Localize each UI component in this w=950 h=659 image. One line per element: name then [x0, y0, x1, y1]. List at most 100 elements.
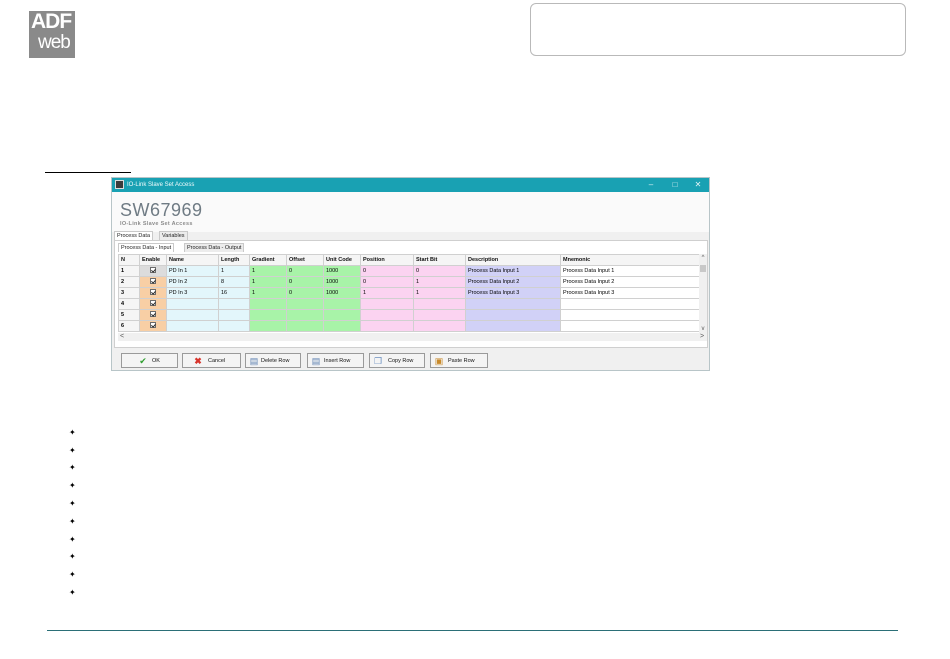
- enable-cell[interactable]: [139, 276, 167, 288]
- enable-cell[interactable]: [139, 287, 167, 299]
- length-cell[interactable]: [218, 309, 250, 321]
- maximize-button[interactable]: □: [669, 179, 681, 191]
- horizontal-scrollbar[interactable]: < >: [118, 333, 707, 341]
- enable-cell[interactable]: [139, 265, 167, 277]
- description-cell[interactable]: [465, 309, 561, 321]
- start-bit-cell[interactable]: [413, 320, 466, 332]
- column-header[interactable]: N: [118, 254, 140, 266]
- column-header[interactable]: Start Bit: [413, 254, 466, 266]
- table-row[interactable]: 6: [118, 320, 701, 332]
- column-header[interactable]: Mnemonic: [560, 254, 701, 266]
- position-cell[interactable]: 0: [360, 265, 414, 277]
- unit-code-cell[interactable]: 1000: [323, 265, 361, 277]
- table-row[interactable]: 1 PD In 1 1 1 0 1000 0 0 Process Data In…: [118, 265, 701, 277]
- table-row[interactable]: 3 PD In 3 16 1 0 1000 1 1 Process Data I…: [118, 287, 701, 299]
- tab-process-data-input[interactable]: Process Data - Input: [118, 243, 175, 252]
- name-cell[interactable]: [166, 309, 219, 321]
- enable-checkbox[interactable]: [150, 311, 156, 317]
- offset-cell[interactable]: [286, 298, 324, 310]
- length-cell[interactable]: [218, 298, 250, 310]
- description-cell[interactable]: [465, 320, 561, 332]
- length-cell[interactable]: 1: [218, 265, 250, 277]
- ok-button[interactable]: ✔ OK: [121, 353, 178, 368]
- unit-code-cell[interactable]: [323, 320, 361, 332]
- description-cell[interactable]: [465, 298, 561, 310]
- enable-checkbox[interactable]: [150, 300, 156, 306]
- enable-checkbox[interactable]: [150, 322, 156, 328]
- mnemonic-cell[interactable]: [560, 320, 701, 332]
- column-header[interactable]: Unit Code: [323, 254, 361, 266]
- column-header[interactable]: Position: [360, 254, 414, 266]
- mnemonic-cell[interactable]: Process Data Input 1: [560, 265, 701, 277]
- gradient-cell[interactable]: [249, 298, 287, 310]
- offset-cell[interactable]: [286, 320, 324, 332]
- enable-checkbox[interactable]: [150, 278, 156, 284]
- description-cell[interactable]: Process Data Input 1: [465, 265, 561, 277]
- vertical-scrollbar[interactable]: ^ v: [699, 254, 707, 333]
- description-cell[interactable]: Process Data Input 3: [465, 287, 561, 299]
- offset-cell[interactable]: [286, 309, 324, 321]
- name-cell[interactable]: PD In 1: [166, 265, 219, 277]
- table-row[interactable]: 2 PD In 2 8 1 0 1000 0 1 Process Data In…: [118, 276, 701, 288]
- mnemonic-cell[interactable]: Process Data Input 3: [560, 287, 701, 299]
- offset-cell[interactable]: 0: [286, 276, 324, 288]
- delete-row-button[interactable]: ▤ Delete Row: [245, 353, 301, 368]
- gradient-cell[interactable]: [249, 320, 287, 332]
- enable-cell[interactable]: [139, 309, 167, 321]
- column-header[interactable]: Length: [218, 254, 250, 266]
- offset-cell[interactable]: 0: [286, 265, 324, 277]
- unit-code-cell[interactable]: [323, 298, 361, 310]
- unit-code-cell[interactable]: [323, 309, 361, 321]
- position-cell[interactable]: [360, 320, 414, 332]
- close-button[interactable]: ✕: [692, 179, 704, 191]
- cancel-button[interactable]: ✖ Cancel: [182, 353, 241, 368]
- scroll-right-arrow[interactable]: >: [698, 333, 706, 341]
- position-cell[interactable]: 0: [360, 276, 414, 288]
- column-header[interactable]: Enable: [139, 254, 167, 266]
- scroll-down-arrow[interactable]: v: [699, 325, 707, 333]
- name-cell[interactable]: [166, 320, 219, 332]
- length-cell[interactable]: 16: [218, 287, 250, 299]
- start-bit-cell[interactable]: 1: [413, 276, 466, 288]
- start-bit-cell[interactable]: [413, 298, 466, 310]
- enable-checkbox[interactable]: [150, 289, 156, 295]
- column-header[interactable]: Description: [465, 254, 561, 266]
- table-row[interactable]: 5: [118, 309, 701, 321]
- tab-process-data[interactable]: Process Data: [114, 231, 154, 240]
- enable-checkbox[interactable]: [150, 267, 156, 273]
- start-bit-cell[interactable]: [413, 309, 466, 321]
- table-row[interactable]: 4: [118, 298, 701, 310]
- gradient-cell[interactable]: 1: [249, 287, 287, 299]
- enable-cell[interactable]: [139, 320, 167, 332]
- column-header[interactable]: Gradient: [249, 254, 287, 266]
- gradient-cell[interactable]: 1: [249, 265, 287, 277]
- offset-cell[interactable]: 0: [286, 287, 324, 299]
- gradient-cell[interactable]: 1: [249, 276, 287, 288]
- tab-variables[interactable]: Variables: [159, 231, 188, 240]
- enable-cell[interactable]: [139, 298, 167, 310]
- mnemonic-cell[interactable]: [560, 309, 701, 321]
- length-cell[interactable]: 8: [218, 276, 250, 288]
- gradient-cell[interactable]: [249, 309, 287, 321]
- column-header[interactable]: Name: [166, 254, 219, 266]
- length-cell[interactable]: [218, 320, 250, 332]
- description-cell[interactable]: Process Data Input 2: [465, 276, 561, 288]
- unit-code-cell[interactable]: 1000: [323, 287, 361, 299]
- copy-row-button[interactable]: ❐ Copy Row: [369, 353, 425, 368]
- minimize-button[interactable]: –: [645, 179, 657, 191]
- start-bit-cell[interactable]: 0: [413, 265, 466, 277]
- start-bit-cell[interactable]: 1: [413, 287, 466, 299]
- scroll-up-arrow[interactable]: ^: [699, 254, 707, 262]
- paste-row-button[interactable]: ▣ Paste Row: [430, 353, 488, 368]
- column-header[interactable]: Offset: [286, 254, 324, 266]
- scroll-left-arrow[interactable]: <: [118, 333, 126, 341]
- name-cell[interactable]: [166, 298, 219, 310]
- position-cell[interactable]: 1: [360, 287, 414, 299]
- position-cell[interactable]: [360, 298, 414, 310]
- position-cell[interactable]: [360, 309, 414, 321]
- insert-row-button[interactable]: ▤ Insert Row: [307, 353, 364, 368]
- name-cell[interactable]: PD In 3: [166, 287, 219, 299]
- tab-process-data-output[interactable]: Process Data - Output: [184, 243, 245, 252]
- mnemonic-cell[interactable]: Process Data Input 2: [560, 276, 701, 288]
- mnemonic-cell[interactable]: [560, 298, 701, 310]
